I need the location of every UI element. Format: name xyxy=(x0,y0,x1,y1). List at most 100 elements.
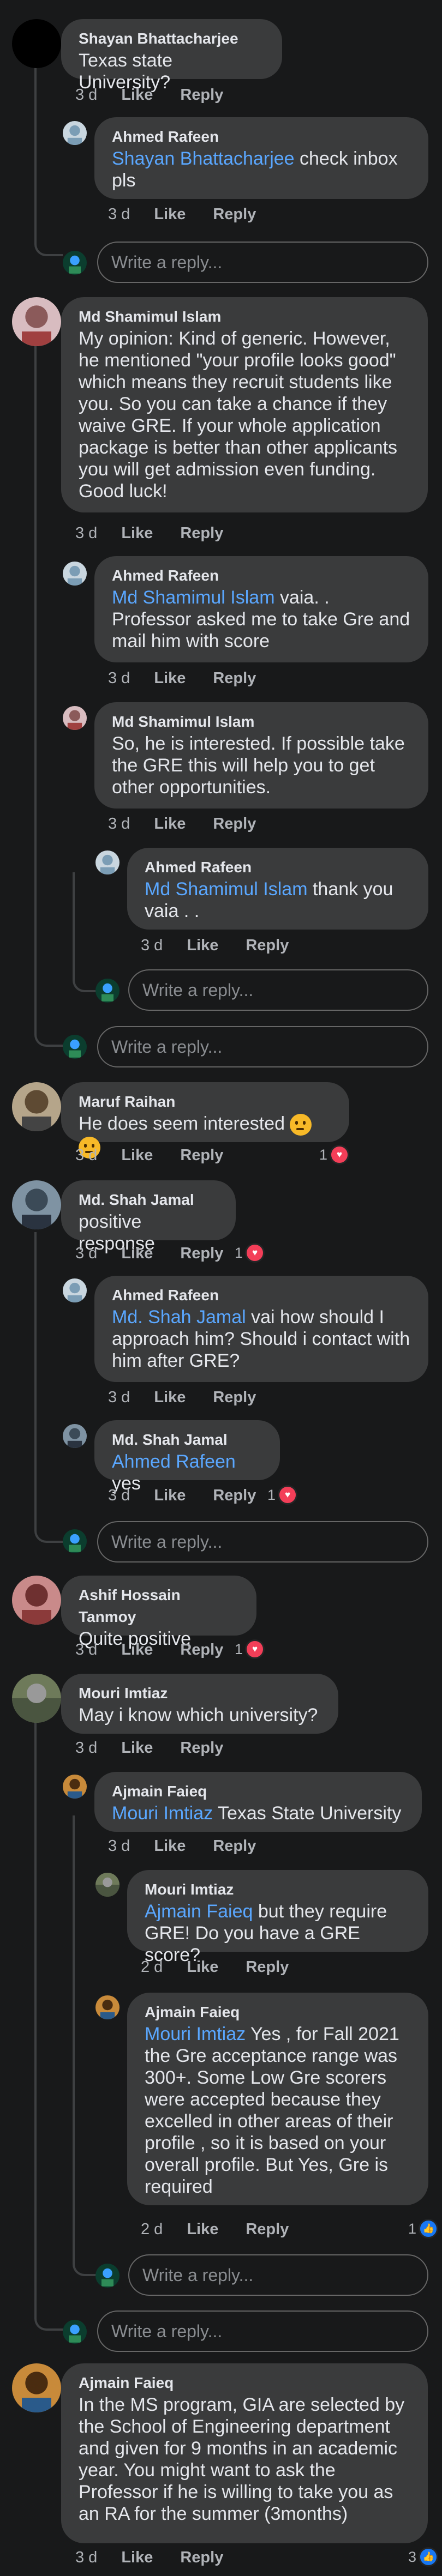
like-button[interactable]: Like xyxy=(154,1389,186,1407)
reply-button[interactable]: Reply xyxy=(180,2549,223,2567)
timestamp[interactable]: 3 d xyxy=(75,1147,97,1165)
commenter-name[interactable]: Md Shamimul Islam xyxy=(112,711,411,733)
avatar[interactable] xyxy=(63,562,87,586)
reply-button[interactable]: Reply xyxy=(213,206,256,224)
timestamp[interactable]: 3 d xyxy=(108,206,130,224)
commenter-name[interactable]: Ajmain Faieq xyxy=(145,2001,411,2023)
commenter-name[interactable]: Md. Shah Jamal xyxy=(79,1189,218,1211)
like-button[interactable]: Like xyxy=(154,669,186,687)
avatar[interactable] xyxy=(95,1995,120,2019)
avatar[interactable] xyxy=(12,19,61,68)
avatar[interactable] xyxy=(12,1674,61,1723)
avatar[interactable] xyxy=(12,1576,61,1625)
reply-button[interactable]: Reply xyxy=(213,669,256,687)
reaction-count[interactable]: 1 ♥ xyxy=(235,1243,265,1263)
like-button[interactable]: Like xyxy=(121,86,153,104)
like-button[interactable]: Like xyxy=(121,1245,153,1263)
reply-button[interactable]: Reply xyxy=(180,86,223,104)
mention-link[interactable]: Md Shamimul Islam xyxy=(145,879,308,900)
reaction-count[interactable]: 3 👍 xyxy=(408,2547,439,2567)
commenter-name[interactable]: Ahmed Rafeen xyxy=(145,856,411,878)
like-button[interactable]: Like xyxy=(121,2549,153,2567)
reply-button[interactable]: Reply xyxy=(213,1487,256,1505)
mention-link[interactable]: Shayan Bhattacharjee xyxy=(112,148,295,169)
avatar[interactable] xyxy=(63,1278,87,1302)
reply-button[interactable]: Reply xyxy=(180,1739,223,1757)
timestamp[interactable]: 3 d xyxy=(108,815,130,833)
reply-input[interactable]: Write a reply... xyxy=(97,2310,428,2352)
commenter-name[interactable]: Md Shamimul Islam xyxy=(79,306,410,328)
reaction-count[interactable]: 1 👍 xyxy=(408,2219,439,2239)
commenter-name[interactable]: Ajmain Faieq xyxy=(79,2372,410,2394)
commenter-name[interactable]: Mouri Imtiaz xyxy=(79,1682,321,1704)
timestamp[interactable]: 3 d xyxy=(108,669,130,687)
timestamp[interactable]: 3 d xyxy=(108,1389,130,1407)
like-button[interactable]: Like xyxy=(154,206,186,224)
mention-link[interactable]: Ahmed Rafeen xyxy=(112,1451,236,1472)
reply-button[interactable]: Reply xyxy=(246,2221,289,2239)
avatar[interactable] xyxy=(12,1180,61,1229)
reply-button[interactable]: Reply xyxy=(180,1147,223,1165)
timestamp[interactable]: 3 d xyxy=(75,86,97,104)
reply-button[interactable]: Reply xyxy=(180,1245,223,1263)
like-button[interactable]: Like xyxy=(121,1641,153,1659)
reply-button[interactable]: Reply xyxy=(180,524,223,542)
avatar[interactable] xyxy=(12,1082,61,1131)
like-button[interactable]: Like xyxy=(154,815,186,833)
mention-link[interactable]: Mouri Imtiaz xyxy=(112,1803,213,1824)
reaction-count[interactable]: 1 ♥ xyxy=(235,1639,265,1659)
avatar[interactable] xyxy=(95,850,120,874)
avatar[interactable] xyxy=(12,2363,61,2412)
reply-button[interactable]: Reply xyxy=(213,815,256,833)
commenter-name[interactable]: Md. Shah Jamal xyxy=(112,1429,262,1451)
reply-button[interactable]: Reply xyxy=(213,1389,256,1407)
commenter-name[interactable]: Ahmed Rafeen xyxy=(112,1284,411,1306)
like-button[interactable]: Like xyxy=(154,1487,186,1505)
reply-button[interactable]: Reply xyxy=(213,1837,256,1855)
timestamp[interactable]: 3 d xyxy=(75,1245,97,1263)
reply-input[interactable]: Write a reply... xyxy=(128,2254,428,2296)
avatar[interactable] xyxy=(63,121,87,145)
timestamp[interactable]: 3 d xyxy=(108,1837,130,1855)
like-button[interactable]: Like xyxy=(121,1739,153,1757)
reply-button[interactable]: Reply xyxy=(246,937,289,955)
commenter-name[interactable]: Shayan Bhattacharjee xyxy=(79,28,265,50)
reply-button[interactable]: Reply xyxy=(246,1958,289,1976)
commenter-name[interactable]: Ajmain Faieq xyxy=(112,1781,404,1802)
avatar[interactable] xyxy=(63,1424,87,1448)
reaction-count[interactable]: 1 ♥ xyxy=(267,1485,298,1505)
avatar[interactable] xyxy=(63,706,87,730)
reply-button[interactable]: Reply xyxy=(180,1641,223,1659)
reply-input[interactable]: Write a reply... xyxy=(128,969,428,1011)
like-button[interactable]: Like xyxy=(154,1837,186,1855)
timestamp[interactable]: 3 d xyxy=(108,1487,130,1505)
like-button[interactable]: Like xyxy=(187,2221,218,2239)
reply-input[interactable]: Write a reply... xyxy=(97,1026,428,1067)
timestamp[interactable]: 3 d xyxy=(75,1739,97,1757)
like-button[interactable]: Like xyxy=(121,524,153,542)
commenter-name[interactable]: Ashif Hossain Tanmoy xyxy=(79,1584,239,1628)
avatar[interactable] xyxy=(95,1873,120,1897)
commenter-name[interactable]: Ahmed Rafeen xyxy=(112,565,411,587)
timestamp[interactable]: 3 d xyxy=(141,937,163,955)
avatar[interactable] xyxy=(12,297,61,346)
reply-input[interactable]: Write a reply... xyxy=(97,242,428,283)
like-button[interactable]: Like xyxy=(187,1958,218,1976)
timestamp[interactable]: 3 d xyxy=(75,1641,97,1659)
reply-input[interactable]: Write a reply... xyxy=(97,1521,428,1563)
mention-link[interactable]: Md Shamimul Islam xyxy=(112,587,275,608)
mention-link[interactable]: Mouri Imtiaz xyxy=(145,2024,246,2044)
like-button[interactable]: Like xyxy=(121,1147,153,1165)
reaction-count[interactable]: 1 ♥ xyxy=(319,1145,350,1165)
timestamp[interactable]: 3 d xyxy=(75,2549,97,2567)
timestamp[interactable]: 2 d xyxy=(141,2221,163,2239)
timestamp[interactable]: 2 d xyxy=(141,1958,163,1976)
like-button[interactable]: Like xyxy=(187,937,218,955)
avatar[interactable] xyxy=(63,1775,87,1799)
commenter-name[interactable]: Maruf Raihan xyxy=(79,1091,332,1113)
mention-link[interactable]: Ajmain Faieq xyxy=(145,1901,253,1922)
timestamp[interactable]: 3 d xyxy=(75,524,97,542)
mention-link[interactable]: Md. Shah Jamal xyxy=(112,1307,246,1328)
commenter-name[interactable]: Mouri Imtiaz xyxy=(145,1879,411,1901)
commenter-name[interactable]: Ahmed Rafeen xyxy=(112,126,411,148)
